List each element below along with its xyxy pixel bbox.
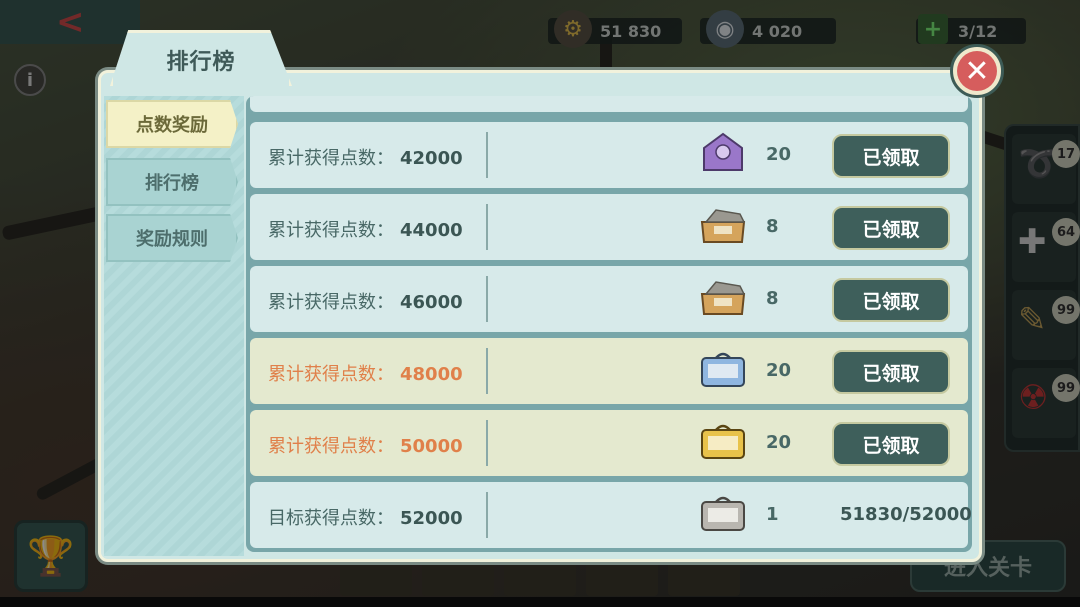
row-divider [486,132,488,178]
row-divider [486,348,488,394]
row-points: 46000 [400,292,463,313]
row-points: 48000 [400,364,463,385]
row-label: 累计获得点数： 44000 [268,220,463,241]
row-quantity: 20 [766,360,792,381]
claimed-button[interactable]: 已领取 [832,206,950,250]
row-label: 累计获得点数： 46000 [268,292,463,313]
row-quantity: 20 [766,432,792,453]
purple-chest-icon [703,132,743,171]
silver-lunchbox-icon [701,496,745,531]
gold-lunchbox-icon [701,424,745,459]
modal-title: 排行榜 [166,49,236,75]
tab-leaderboard[interactable]: 排行榜 [106,158,238,206]
tab-reward-rules[interactable]: 奖励规则 [106,214,238,262]
row-points: 50000 [400,436,463,457]
reward-list[interactable]: 累计获得点数： 42000 20 已领取 累计获得点数： 44000 8 已领取 累… [246,96,972,552]
close-icon: ✕ [957,51,997,91]
row-quantity: 8 [766,216,779,237]
points-progress: 51830/52000 [840,504,972,525]
row-divider [486,420,488,466]
row-quantity: 8 [766,288,779,309]
claimed-button[interactable]: 已领取 [832,350,950,394]
list-item: 累计获得点数： 44000 8 已领取 [250,194,968,260]
list-item: 累计获得点数： 48000 20 已领取 [250,338,968,404]
row-quantity: 1 [766,504,779,525]
row-divider [486,276,488,322]
modal-title-tab: 排行榜 [110,30,292,86]
list-item: 累计获得点数： 46000 8 已领取 [250,266,968,332]
blue-lunchbox-icon [701,352,745,387]
claimed-button[interactable]: 已领取 [832,278,950,322]
row-points: 44000 [400,220,463,241]
row-points: 52000 [400,508,463,529]
row-quantity: 20 [766,144,792,165]
list-item-partial [250,96,968,112]
tab-label: 排行榜 [145,173,199,194]
wooden-crate-icon [700,209,746,243]
claimed-button[interactable]: 已领取 [832,422,950,466]
list-item: 累计获得点数： 50000 20 已领取 [250,410,968,476]
row-label: 累计获得点数： 48000 [268,364,463,385]
wooden-crate-icon [700,281,746,315]
row-label: 目标获得点数： 52000 [268,508,463,529]
row-divider [486,492,488,538]
tab-points-reward[interactable]: 点数奖励 [106,100,238,148]
row-label: 累计获得点数： 50000 [268,436,463,457]
tab-label: 奖励规则 [136,229,208,250]
row-divider [486,204,488,250]
tab-label: 点数奖励 [136,115,208,136]
close-button[interactable]: ✕ [950,44,1004,98]
row-points: 42000 [400,148,463,169]
list-item: 目标获得点数： 52000 1 51830/52000 [250,482,972,548]
row-label: 累计获得点数： 42000 [268,148,463,169]
list-item: 累计获得点数： 42000 20 已领取 [250,122,968,188]
claimed-button[interactable]: 已领取 [832,134,950,178]
